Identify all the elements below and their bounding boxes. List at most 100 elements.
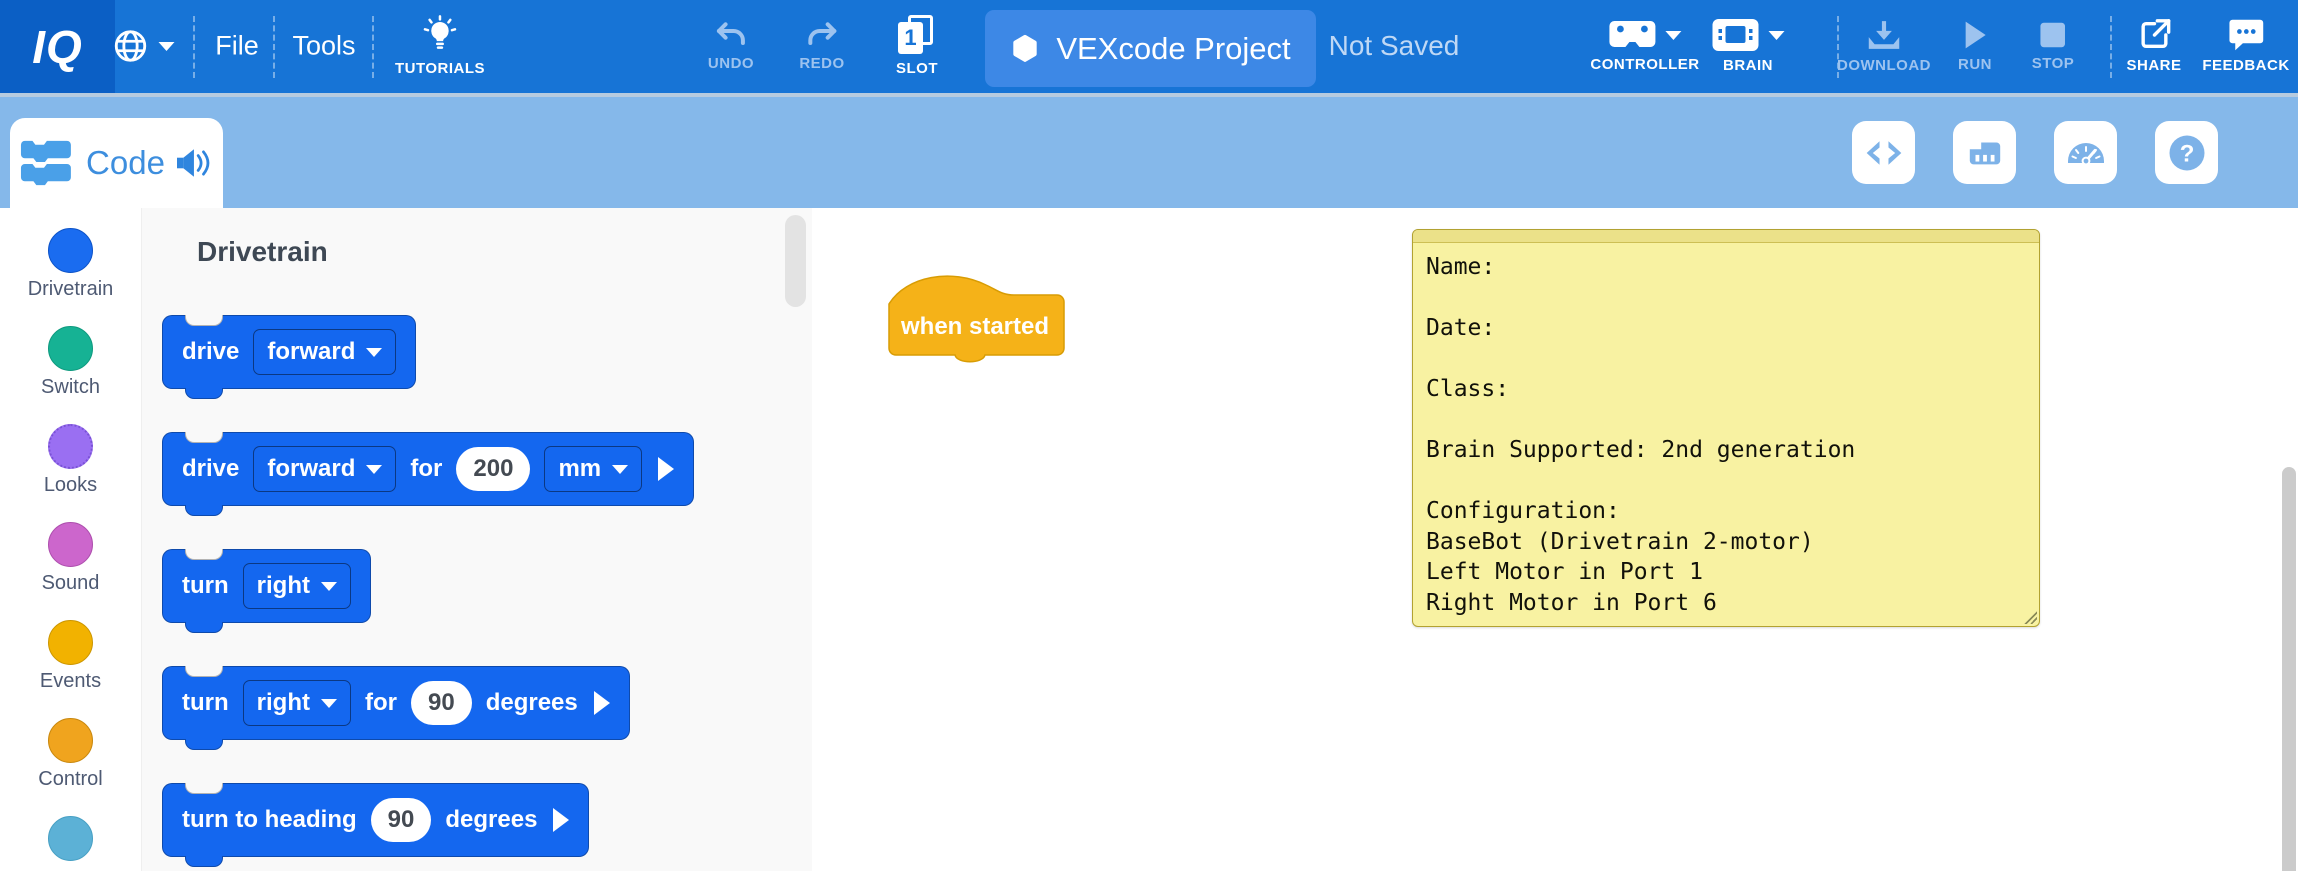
block-tab (185, 856, 223, 867)
category-label: Sound (42, 572, 100, 595)
sidebar-category-switch[interactable]: Switch (41, 326, 100, 424)
sidebar-category-looks[interactable]: Looks (44, 424, 97, 522)
palette-block[interactable]: turnrightfor90degrees (162, 666, 630, 740)
block-tab (185, 505, 223, 516)
workspace-canvas[interactable]: when started Name: Date: Class: Brain Su… (812, 208, 2298, 871)
controller-label: CONTROLLER (1590, 56, 1699, 73)
code-brackets-icon (1865, 139, 1903, 167)
toolbar-divider (372, 16, 374, 78)
stop-label: STOP (2032, 55, 2075, 72)
redo-label: REDO (799, 55, 844, 72)
tutorials-label: TUTORIALS (395, 60, 485, 77)
brain-label: BRAIN (1723, 57, 1773, 74)
category-circle[interactable] (48, 522, 93, 567)
block-tab (185, 388, 223, 399)
download-button[interactable]: DOWNLOAD (1837, 18, 1931, 74)
chevron-down-icon (321, 699, 337, 708)
text-code-view-button[interactable] (1852, 121, 1915, 184)
sidebar-category-partial[interactable] (48, 816, 93, 871)
redo-button[interactable]: REDO (799, 20, 844, 72)
toolbar-divider (273, 16, 275, 78)
tutorials-button[interactable]: TUTORIALS (395, 15, 485, 77)
category-circle[interactable] (48, 424, 93, 469)
category-circle[interactable] (48, 718, 93, 763)
block-notch (185, 432, 223, 443)
note-text[interactable]: Name: Date: Class: Brain Supported: 2nd … (1413, 243, 2039, 627)
category-circle[interactable] (48, 228, 93, 273)
download-icon (1866, 18, 1902, 52)
palette-scrollbar[interactable] (785, 215, 806, 307)
palette-block[interactable]: turn to heading90degrees (162, 783, 589, 857)
canvas-scrollbar[interactable] (2282, 467, 2296, 871)
expand-arrow-icon[interactable] (594, 691, 610, 715)
tab-bar: Code (0, 97, 2298, 208)
feedback-icon (2228, 18, 2264, 52)
note-resize-handle[interactable] (2023, 610, 2037, 624)
dropdown-field[interactable]: right (243, 680, 351, 726)
palette-block[interactable]: turnright (162, 549, 371, 623)
expand-arrow-icon[interactable] (658, 457, 674, 481)
note-header[interactable] (1413, 230, 2039, 243)
slot-button[interactable]: 1 SLOT (896, 15, 938, 77)
sidebar-category-sound[interactable]: Sound (42, 522, 100, 620)
number-input[interactable]: 90 (411, 681, 472, 725)
category-circle[interactable] (48, 620, 93, 665)
category-circle[interactable] (48, 816, 93, 861)
block-text: drive (182, 455, 239, 483)
dropdown-field[interactable]: mm (544, 446, 642, 492)
share-button[interactable]: SHARE (2126, 18, 2181, 74)
code-tab-label: Code (86, 144, 165, 182)
dropdown-value: right (257, 572, 310, 600)
chevron-down-icon (1769, 31, 1785, 40)
device-config-button[interactable] (1953, 121, 2016, 184)
share-label: SHARE (2126, 57, 2181, 74)
project-name-button[interactable]: VEXcode Project (985, 10, 1316, 87)
controller-icon (1608, 19, 1656, 51)
sidebar-category-events[interactable]: Events (40, 620, 101, 718)
category-circle[interactable] (48, 326, 93, 371)
expand-arrow-icon[interactable] (553, 808, 569, 832)
undo-label: UNDO (708, 55, 754, 72)
language-button[interactable] (112, 27, 175, 65)
question-mark-icon: ? (2167, 133, 2207, 173)
number-input[interactable]: 200 (456, 447, 530, 491)
help-button[interactable]: ? (2155, 121, 2218, 184)
monitor-dashboard-button[interactable] (2054, 121, 2117, 184)
category-label: Drivetrain (28, 278, 114, 301)
block-text: drive (182, 338, 239, 366)
speaker-icon[interactable] (177, 148, 213, 178)
dropdown-value: right (257, 689, 310, 717)
share-icon (2137, 18, 2171, 52)
block-palette: Drivetrain driveforwarddriveforwardfor20… (141, 208, 812, 871)
tab-code[interactable]: Code (10, 118, 223, 208)
stop-button[interactable]: STOP (2032, 20, 2075, 72)
feedback-button[interactable]: FEEDBACK (2202, 18, 2289, 74)
palette-block[interactable]: drive forward for 200 mm (162, 432, 694, 506)
hat-block-label: when started (884, 313, 1066, 341)
dropdown-value: mm (558, 455, 601, 483)
tools-menu[interactable]: Tools (292, 31, 355, 62)
block-notch (185, 315, 223, 326)
dropdown-field[interactable]: forward (253, 446, 396, 492)
when-started-block[interactable]: when started (884, 268, 1066, 366)
category-label: Control (38, 768, 102, 791)
sidebar-category-drivetrain[interactable]: Drivetrain (28, 228, 114, 326)
sidebar-category-control[interactable]: Control (38, 718, 102, 816)
hexagon-icon (1010, 33, 1040, 65)
block-tab (185, 622, 223, 633)
run-button[interactable]: RUN (1958, 19, 1992, 73)
brain-button[interactable]: BRAIN (1712, 18, 1785, 74)
undo-button[interactable]: UNDO (708, 20, 754, 72)
dropdown-field[interactable]: right (243, 563, 351, 609)
project-note[interactable]: Name: Date: Class: Brain Supported: 2nd … (1412, 229, 2040, 627)
dropdown-field[interactable]: forward (253, 329, 396, 375)
file-menu[interactable]: File (215, 31, 259, 62)
redo-icon (806, 20, 838, 50)
block-text: for (410, 455, 442, 483)
block-text: turn to heading (182, 806, 357, 834)
chevron-down-icon (159, 42, 175, 51)
number-input[interactable]: 90 (371, 798, 432, 842)
palette-block[interactable]: drive forward (162, 315, 416, 389)
controller-button[interactable]: CONTROLLER (1590, 19, 1699, 73)
block-text: for (365, 689, 397, 717)
